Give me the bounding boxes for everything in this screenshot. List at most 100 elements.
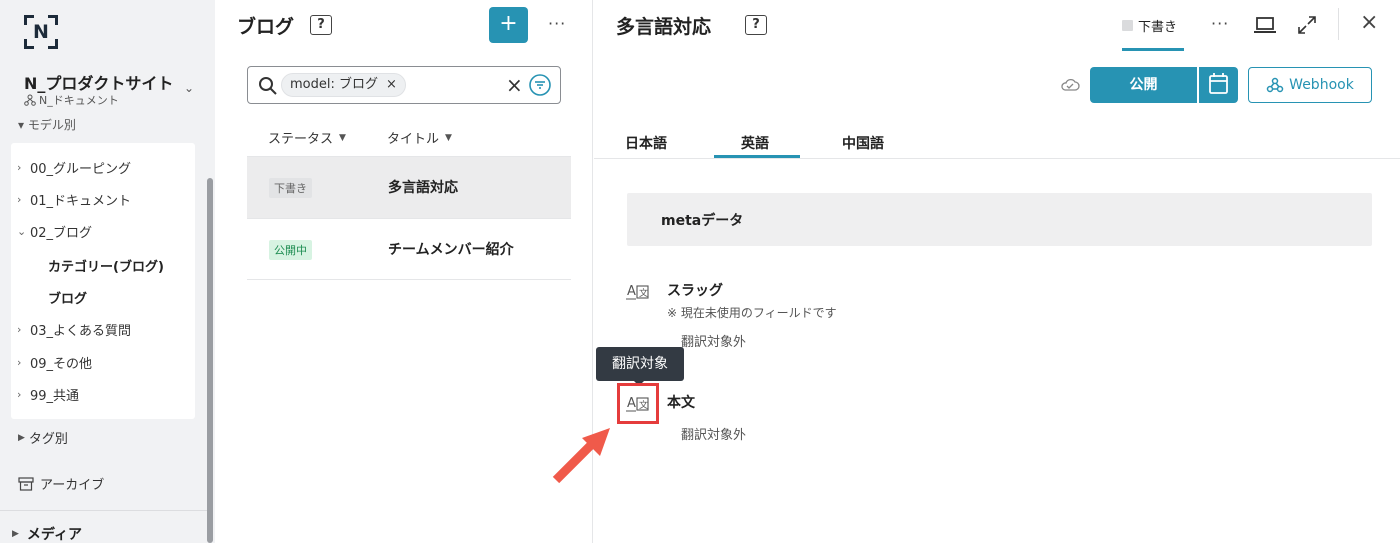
field-label-body: 本文 [667,395,695,411]
sidebar-scrollbar[interactable] [207,178,213,543]
tree-item-label: 99_共通 [30,389,80,404]
divider [0,510,210,511]
list-item[interactable]: 下書き 多言語対応 [247,156,571,218]
sidebar: N N_プロダクトサイト N_ドキュメント ⌄ ▾ モデル別 › 00_グルーピン… [0,0,215,543]
status-badge: 下書き [269,178,312,198]
tab-english[interactable]: 英語 [741,133,769,153]
tree-item-label: 09_その他 [30,357,93,372]
title-column-label: タイトル [387,132,440,147]
more-options-icon[interactable]: ··· [1211,14,1229,33]
chevron-right-icon: › [17,193,22,206]
chevron-right-icon: › [17,323,22,336]
list-item-title: 多言語対応 [388,180,458,196]
search-input[interactable]: model: ブログ × × [247,66,561,104]
chevron-down-icon: ⌄ [17,225,27,238]
search-icon [259,77,277,95]
media-section-label: メディア [26,527,82,543]
chevron-right-icon: › [17,388,22,401]
list-item[interactable]: 公開中 チームメンバー紹介 [247,218,571,280]
tree-item-label: 02_ブログ [30,226,93,241]
tags-section[interactable]: ▶ タグ別 [18,428,68,447]
chevron-right-icon: › [17,161,22,174]
draft-status-icon [1122,20,1133,31]
search-filter-chip-label: model: ブログ [290,77,378,92]
caret-right-icon: ▶ [18,432,25,443]
media-section[interactable]: ▶ メディア [12,524,82,543]
translate-icon[interactable]: A文 [626,281,650,301]
site-switch-chevron-icon[interactable]: ⌄ [184,81,194,95]
list-title: ブログ [237,16,295,38]
status-badge: 公開中 [269,240,312,260]
meta-data-section[interactable]: metaデータ [627,193,1372,246]
preview-laptop-icon[interactable] [1254,16,1276,34]
title-column-header[interactable]: タイトル ▼ [387,128,452,147]
archive-link[interactable]: アーカイブ [18,474,104,493]
logo[interactable]: N [24,15,58,49]
webhook-icon [1266,77,1284,93]
annotation-arrow-icon [552,428,610,484]
filter-icon[interactable] [529,74,551,96]
highlight-box [617,383,659,424]
help-icon[interactable]: ? [745,15,767,35]
tree-child-category[interactable]: カテゴリー(ブログ) [48,256,164,275]
field-translation-status: 翻訳対象外 [681,428,747,443]
more-options-icon[interactable]: ··· [548,14,566,33]
tree-item-label: 01_ドキュメント [30,194,132,209]
tooltip: 翻訳対象 [596,347,684,381]
webhook-button-label: Webhook [1289,77,1354,93]
tree-item[interactable]: › 01_ドキュメント [17,190,131,209]
chip-close-icon[interactable]: × [386,74,397,96]
chevron-right-icon: › [17,356,22,369]
calendar-icon [1209,73,1228,94]
svg-text:A: A [627,284,636,299]
editor-panel: 多言語対応 ? 下書き ··· × 公開 Webhook 日本語 英語 中国語 … [594,0,1400,543]
field-label-slug: スラッグ [667,283,723,299]
list-item-title: チームメンバー紹介 [388,242,514,258]
tree-item[interactable]: ⌄ 02_ブログ [17,222,92,241]
status-column-label: ステータス [268,132,334,147]
sort-caret-icon: ▼ [339,132,346,143]
tree-item-label: 03_よくある質問 [30,324,132,339]
tree-item[interactable]: › 00_グルーピング [17,158,131,177]
field-translation-status: 翻訳対象外 [681,335,747,350]
search-filter-chip[interactable]: model: ブログ × [281,73,406,97]
page-title: 多言語対応 [616,16,712,38]
publish-button[interactable]: 公開 [1090,67,1197,103]
status-column-header[interactable]: ステータス ▼ [268,128,346,147]
field-note: ※ 現在未使用のフィールドです [667,306,837,320]
tree-child-blog[interactable]: ブログ [48,288,87,307]
draft-tab-label: 下書き [1138,20,1178,35]
divider [1338,8,1339,40]
sort-caret-icon: ▼ [445,132,452,143]
model-section-text: モデル別 [27,118,76,132]
content-list-panel: ブログ ? + ··· model: ブログ × × ステータス ▼ タイトル ▼ … [215,0,593,543]
model-tree [11,143,195,419]
model-section-label[interactable]: ▾ モデル別 [18,116,76,133]
help-icon[interactable]: ? [310,15,332,35]
divider [594,158,1400,159]
close-icon[interactable]: × [1360,10,1378,35]
expand-icon[interactable] [1296,14,1318,36]
tab-chinese[interactable]: 中国語 [842,133,884,153]
meta-data-label: metaデータ [661,213,744,229]
tree-item[interactable]: › 09_その他 [17,353,92,372]
schedule-button[interactable] [1199,67,1238,103]
clear-search-icon[interactable]: × [506,73,523,97]
add-content-button[interactable]: + [489,7,528,43]
cloud-sync-icon [1061,78,1080,91]
tree-item[interactable]: › 99_共通 [17,385,79,404]
active-tab-indicator [1122,48,1184,51]
tree-item-label: 00_グルーピング [30,162,132,177]
caret-right-icon: ▶ [12,529,19,539]
logo-letter: N [33,21,49,43]
archive-label: アーカイブ [40,478,105,493]
draft-tab[interactable]: 下書き [1122,16,1177,35]
archive-icon [18,476,34,491]
tab-japanese[interactable]: 日本語 [625,133,667,153]
webhook-button[interactable]: Webhook [1248,67,1372,103]
svg-text:文: 文 [639,287,648,299]
organization-icon [24,94,36,106]
tree-item[interactable]: › 03_よくある質問 [17,320,131,339]
site-name[interactable]: N_プロダクトサイト [24,70,173,94]
site-sub[interactable]: N_ドキュメント [24,92,119,108]
